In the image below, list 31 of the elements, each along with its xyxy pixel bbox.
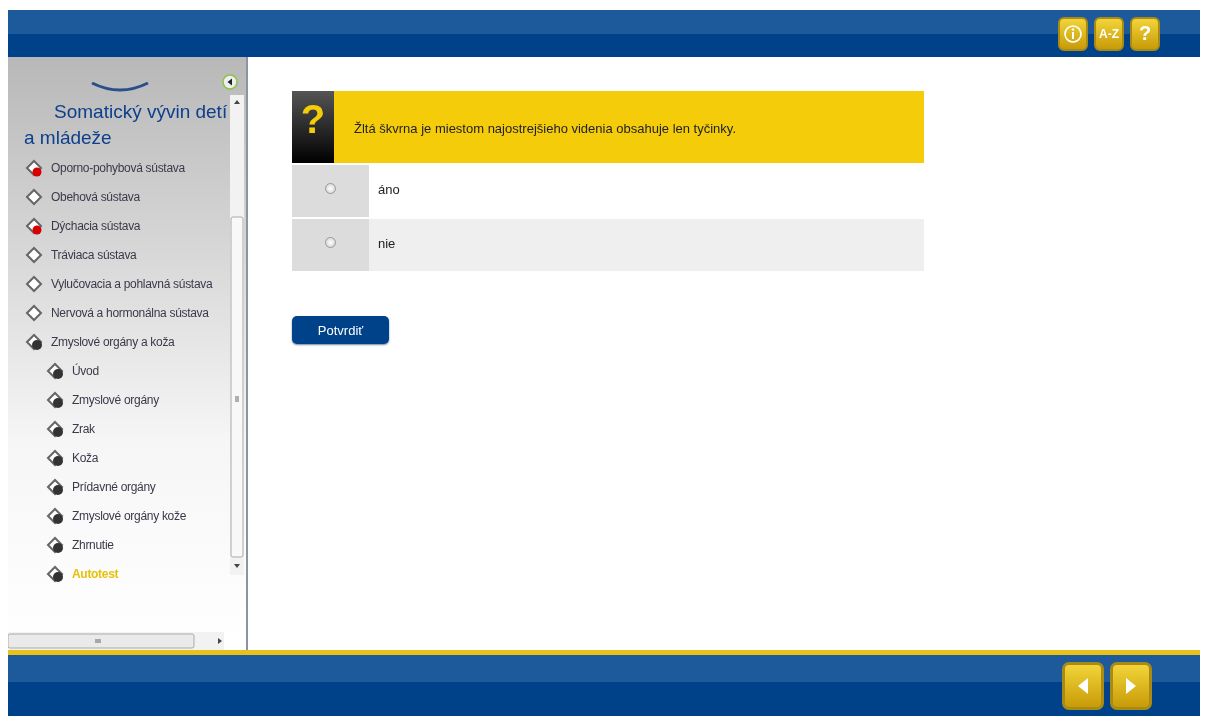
confirm-button[interactable]: Potvrdiť (292, 316, 389, 344)
nav-item[interactable]: Dýchacia sústava (51, 218, 141, 233)
nav-item[interactable]: Úvod (72, 363, 99, 378)
question-mark-icon: ? (292, 91, 334, 163)
question-text: Žltá škvrna je miestom najostrejšieho videnia obsahuje len tyčinky. (353, 120, 736, 138)
collapse-icon[interactable] (222, 74, 238, 90)
nav-item[interactable]: Vylučovacia a pohlavná sústava (51, 276, 213, 291)
nav-item[interactable]: Zhrnutie (72, 537, 114, 552)
nav-item[interactable]: Zrak (72, 421, 95, 436)
answer-option[interactable]: áno (369, 165, 924, 217)
nav-item[interactable]: Obehová sústava (51, 189, 140, 204)
horizontal-scrollbar[interactable] (8, 632, 224, 650)
nav-item[interactable]: Nervová a hormonálna sústava (51, 305, 209, 320)
logo-arc-drawing (90, 81, 150, 93)
answer-option[interactable]: nie (369, 219, 924, 271)
nav-item[interactable]: Zmyslové orgány a koža (51, 334, 175, 349)
next-button[interactable] (1110, 661, 1152, 710)
nav-item[interactable]: Zmyslové orgány (72, 392, 159, 407)
sidebar-title: Somatický vývin detí a mládeže (23, 100, 229, 150)
nav-item[interactable]: Oporno-pohybová sústava (51, 160, 185, 175)
previous-button[interactable] (1062, 661, 1104, 710)
left-arrow-icon (1077, 676, 1089, 695)
radio-button[interactable] (325, 237, 336, 248)
nav-item[interactable]: Zmyslové orgány kože (72, 508, 187, 523)
info-icon (1063, 23, 1083, 44)
right-arrow-icon (1125, 676, 1137, 695)
nav-item[interactable]: Prídavné orgány (72, 479, 156, 494)
nav-item[interactable]: Koža (72, 450, 99, 465)
radio-button[interactable] (325, 183, 336, 194)
nav-item[interactable]: Tráviaca sústava (51, 247, 137, 262)
info-button[interactable] (1058, 16, 1088, 51)
